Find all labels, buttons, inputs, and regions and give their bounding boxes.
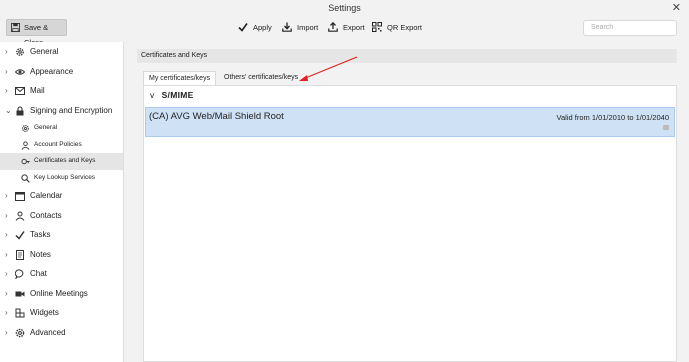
settings-window: Settings ✕ Save & Close Apply Import Exp… — [0, 0, 689, 362]
import-button[interactable]: Import — [282, 21, 318, 35]
sidebar-subitem-key-lookup-services[interactable]: Key Lookup Services — [0, 170, 123, 187]
sidebar: › General › Appearance › Mail ⌄ Signing … — [0, 42, 124, 362]
apply-button[interactable]: Apply — [238, 21, 272, 35]
sidebar-item-widgets[interactable]: › Widgets — [0, 303, 123, 323]
sidebar-item-general[interactable]: › General — [0, 42, 123, 62]
annotation-arrow — [299, 56, 358, 81]
sidebar-item-notes[interactable]: › Notes — [0, 245, 123, 265]
group-header[interactable]: v S/MIME — [150, 90, 194, 100]
search-placeholder: Search — [591, 24, 614, 31]
save-icon — [11, 23, 20, 32]
envelope-icon — [15, 87, 25, 95]
main-content: Certificates and Keys My certificates/ke… — [137, 49, 689, 362]
gear-small-icon — [22, 125, 29, 132]
chevron-right-icon[interactable]: › — [5, 284, 8, 304]
sidebar-item-label: Calendar — [30, 191, 63, 200]
sidebar-subitem-certificates-and-keys[interactable]: Certificates and Keys — [0, 153, 123, 170]
sidebar-item-calendar[interactable]: › Calendar — [0, 186, 123, 206]
sidebar-item-label: Widgets — [30, 308, 59, 317]
sidebar-subitem-label: General — [34, 124, 58, 131]
sidebar-item-label: Notes — [30, 249, 51, 259]
certificate-small-icon — [663, 125, 669, 130]
chevron-right-icon[interactable]: › — [5, 264, 8, 284]
import-icon — [282, 22, 292, 32]
gear-icon — [16, 48, 24, 56]
sidebar-item-label: Tasks — [30, 230, 51, 239]
check-icon — [15, 231, 25, 240]
tab-label: Others' certificates/keys — [224, 74, 299, 81]
user-small-icon — [21, 140, 30, 150]
checkmark-icon — [238, 23, 248, 32]
export-button[interactable]: Export — [328, 21, 365, 35]
tab-my-certificates[interactable]: My certificates/keys — [143, 71, 217, 85]
certificates-panel: v S/MIME (CA) AVG Web/Mail Shield Root Va… — [143, 85, 677, 362]
sidebar-item-advanced[interactable]: › Advanced — [0, 323, 123, 343]
qr-code-icon — [372, 22, 382, 32]
sidebar-item-appearance[interactable]: › Appearance — [0, 62, 123, 82]
sidebar-item-signing-and-encryption[interactable]: ⌄ Signing and Encryption — [0, 101, 123, 121]
section-header: Certificates and Keys — [137, 49, 677, 63]
tab-label: My certificates/keys — [149, 75, 211, 82]
chevron-right-icon[interactable]: › — [5, 186, 8, 206]
sidebar-item-label: Online Meetings — [30, 288, 88, 298]
sidebar-subitem-label: Key Lookup Services — [34, 173, 96, 181]
note-icon — [16, 249, 24, 260]
chevron-right-icon[interactable]: › — [5, 62, 8, 82]
person-icon — [15, 211, 25, 221]
toolbar: Save & Close Apply Import Export QR Expo… — [0, 17, 689, 47]
sidebar-item-online-meetings[interactable]: › Online Meetings — [0, 284, 123, 304]
chevron-right-icon[interactable]: › — [5, 206, 8, 226]
sidebar-subitem-label: Account Policies — [34, 140, 82, 148]
sidebar-item-label: Chat — [30, 269, 47, 278]
video-icon — [15, 291, 25, 296]
sidebar-subitem-general[interactable]: General — [0, 120, 123, 137]
sidebar-subitem-account-policies[interactable]: Account Policies — [0, 137, 123, 154]
save-close-button[interactable]: Save & Close — [6, 19, 67, 47]
collapse-chevron-icon[interactable]: v — [150, 90, 155, 100]
sidebar-item-chat[interactable]: › Chat — [0, 264, 123, 284]
chat-icon — [15, 269, 24, 279]
group-label: S/MIME — [161, 90, 194, 100]
calendar-icon — [15, 192, 25, 201]
advanced-gear-icon — [15, 328, 25, 337]
close-icon[interactable]: ✕ — [672, 0, 681, 17]
sidebar-item-label: Contacts — [30, 210, 62, 220]
search-input[interactable]: Search — [583, 20, 677, 36]
chevron-right-icon[interactable]: › — [5, 323, 8, 343]
window-title: Settings — [328, 3, 361, 13]
sidebar-item-mail[interactable]: › Mail — [0, 81, 123, 101]
certificate-icon — [21, 158, 30, 165]
widgets-icon — [15, 308, 25, 318]
sidebar-item-label: Mail — [30, 86, 45, 95]
eye-icon — [15, 68, 25, 75]
chevron-right-icon[interactable]: › — [5, 81, 8, 101]
certificate-validity: Valid from 1/01/2010 to 1/01/2040 — [556, 113, 669, 122]
export-icon — [328, 22, 338, 32]
sidebar-subitem-label: Certificates and Keys — [34, 157, 96, 164]
section-title: Certificates and Keys — [141, 52, 208, 59]
chevron-down-icon[interactable]: ⌄ — [5, 101, 12, 121]
sidebar-item-label: Signing and Encryption — [30, 105, 113, 115]
title-bar: Settings ✕ — [0, 0, 689, 17]
sidebar-item-label: Appearance — [30, 66, 74, 76]
qr-export-button[interactable]: QR Export — [372, 21, 422, 35]
sidebar-item-label: Advanced — [30, 327, 66, 337]
sidebar-item-tasks[interactable]: › Tasks — [0, 225, 123, 245]
chevron-right-icon[interactable]: › — [5, 42, 8, 62]
lock-icon — [16, 105, 24, 115]
chevron-right-icon[interactable]: › — [5, 303, 8, 323]
search-small-icon — [21, 173, 30, 183]
certificate-name: (CA) AVG Web/Mail Shield Root — [149, 111, 284, 122]
chevron-right-icon[interactable]: › — [5, 225, 8, 245]
certificate-row[interactable]: (CA) AVG Web/Mail Shield Root Valid from… — [145, 107, 675, 137]
chevron-right-icon[interactable]: › — [5, 245, 8, 265]
sidebar-item-label: General — [30, 47, 59, 56]
sidebar-item-contacts[interactable]: › Contacts — [0, 206, 123, 226]
